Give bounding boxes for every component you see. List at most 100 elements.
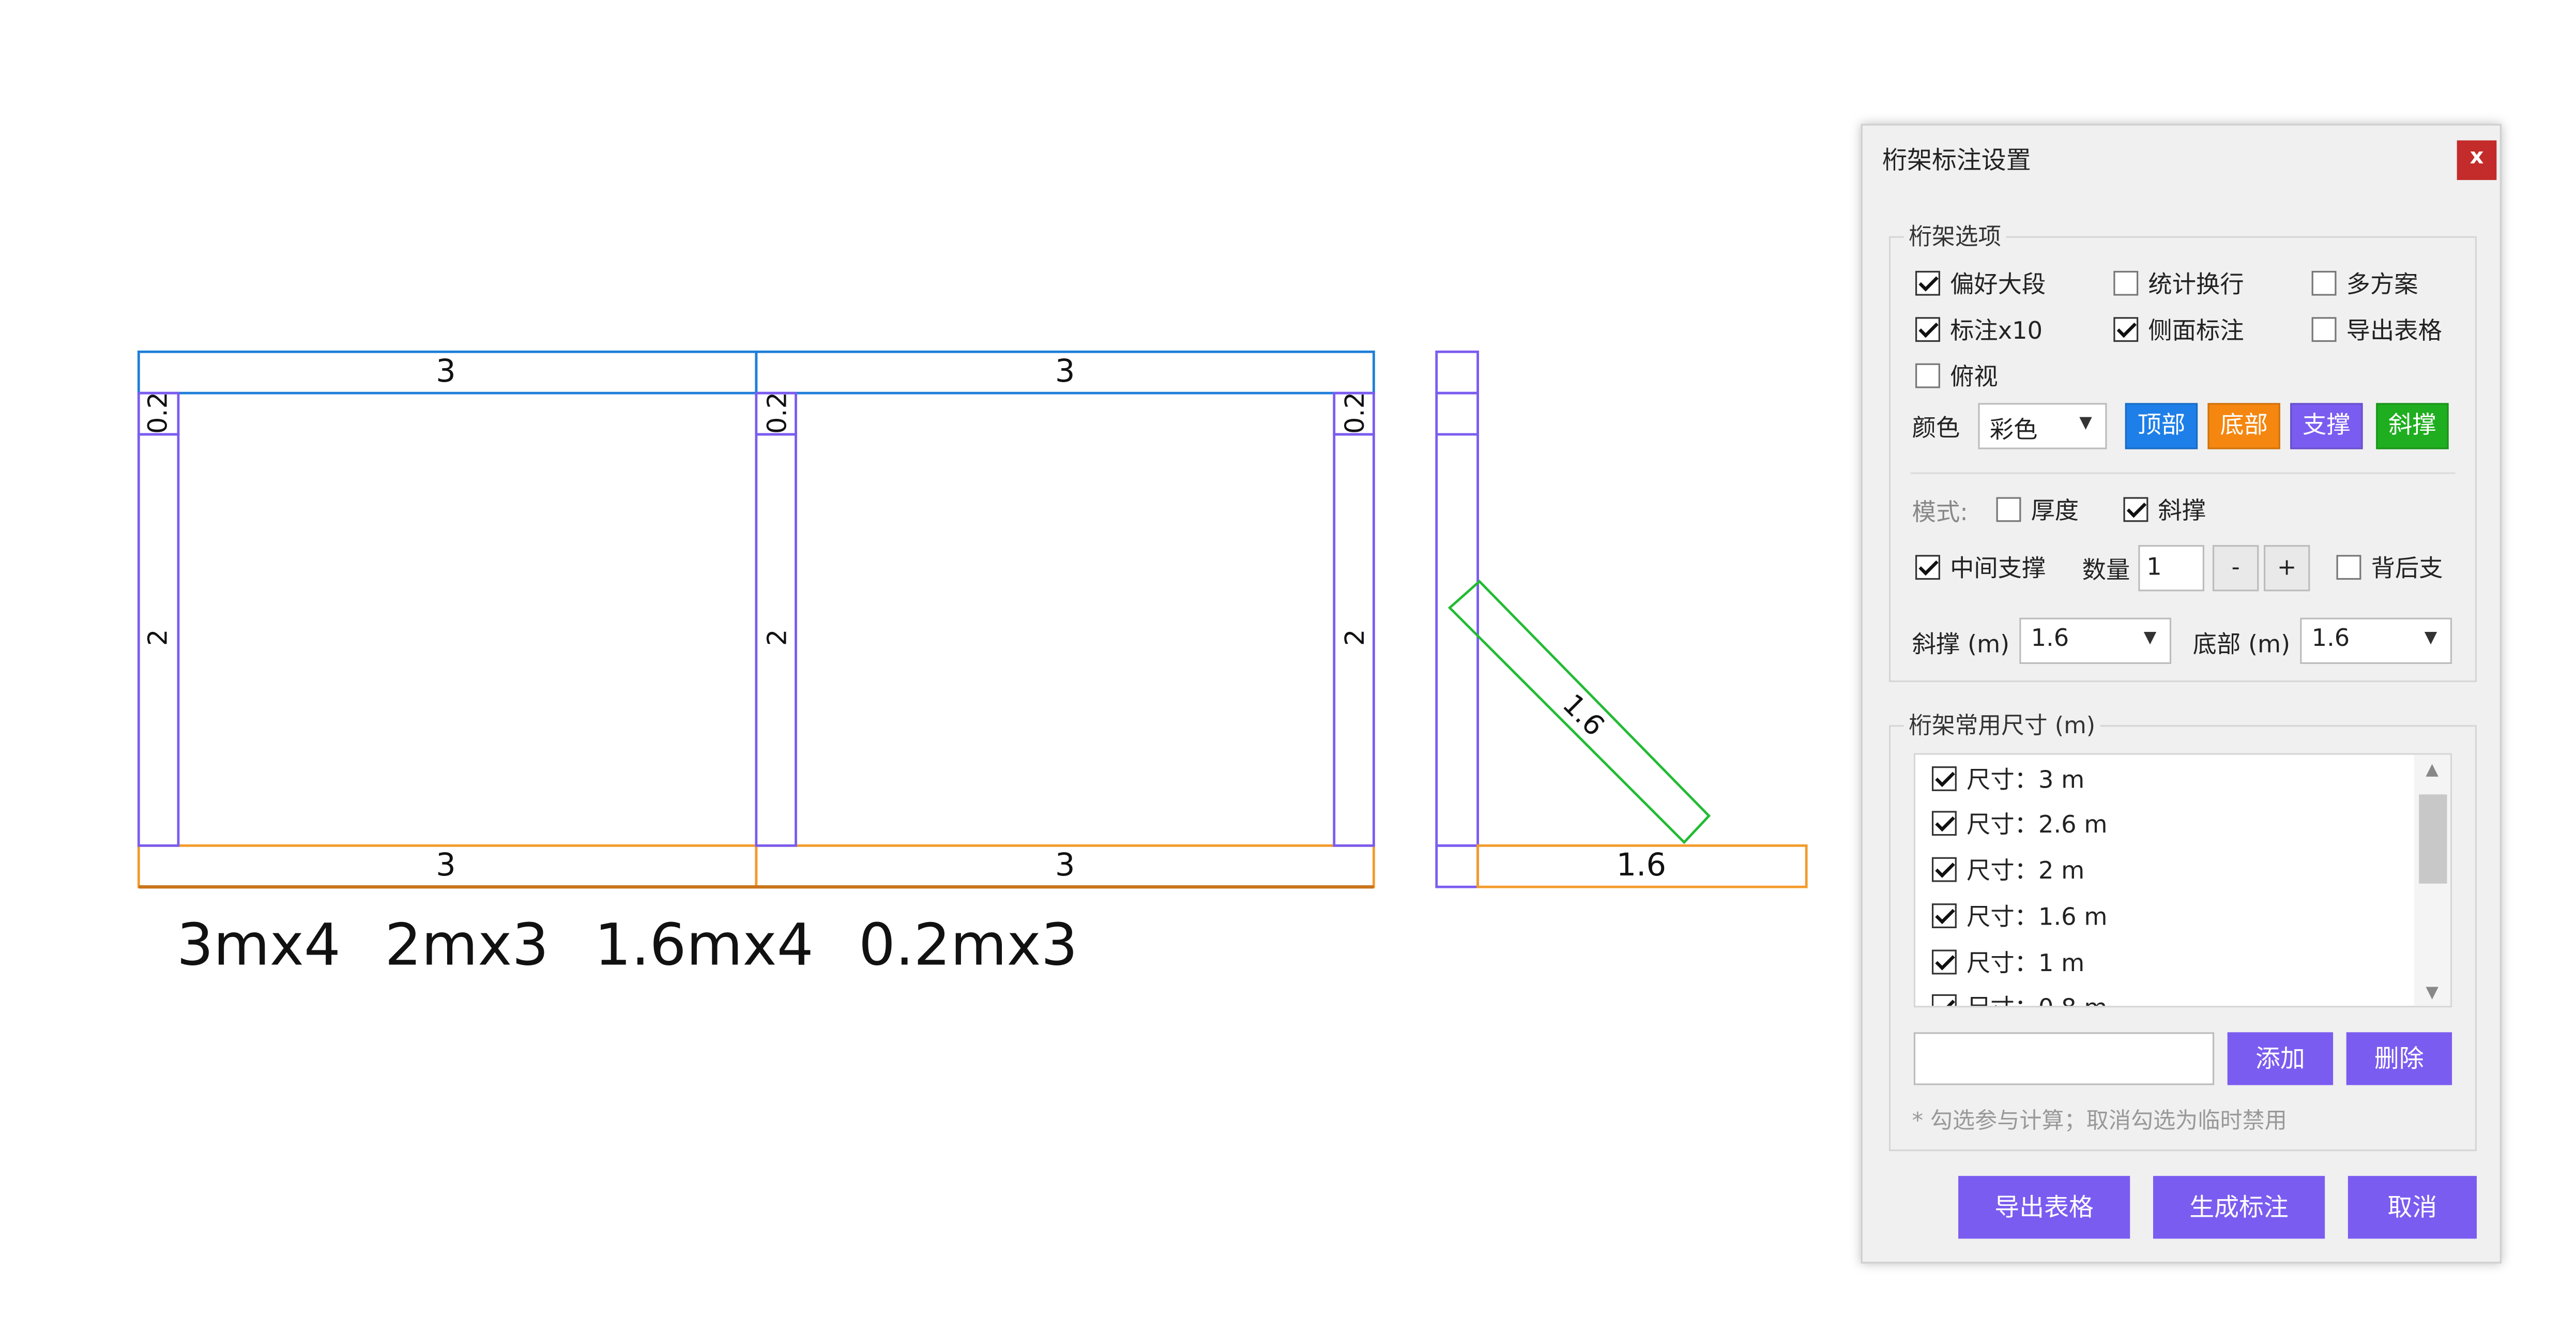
checkbox-icon[interactable] <box>2336 555 2361 580</box>
side-post <box>1435 391 1480 847</box>
checkbox-icon[interactable] <box>1915 555 1940 580</box>
list-item-label: 尺寸：0.8 m <box>1967 989 2107 1006</box>
common-sizes-label: 桁架常用尺寸 (m) <box>1903 708 2100 742</box>
checkbox-multi-plan[interactable]: 多方案 <box>2311 266 2418 300</box>
list-item[interactable]: 尺寸：3 m <box>1931 761 2085 796</box>
list-item-label: 尺寸：2.6 m <box>1967 812 2108 839</box>
checkbox-top-view[interactable]: 俯视 <box>1915 358 1998 393</box>
checkbox-back-support[interactable]: 背后支 <box>2336 550 2443 585</box>
checkbox-icon[interactable] <box>1915 317 1940 342</box>
side-top-block <box>1435 350 1480 395</box>
checkbox-icon[interactable] <box>1915 270 1940 296</box>
checkbox-label: 斜撑 <box>2158 498 2206 525</box>
checkbox-middle-support[interactable]: 中间支撑 <box>1915 550 2046 585</box>
chevron-down-icon: ▼ <box>2079 414 2092 433</box>
brace-color-button[interactable]: 斜撑 <box>2376 403 2449 449</box>
checkbox-icon[interactable] <box>1915 363 1940 388</box>
list-item-label: 尺寸：3 m <box>1967 768 2085 795</box>
dialog-titlebar[interactable]: 桁架标注设置 x <box>1863 126 2500 188</box>
checkbox-label: 多方案 <box>2346 273 2418 299</box>
side-bottom-block <box>1435 844 1480 888</box>
brace-length-value: 1.6 <box>2031 626 2069 653</box>
brace-length-label: 斜撑 (m) <box>1912 632 2010 659</box>
checkbox-icon[interactable] <box>1931 766 1957 791</box>
list-item[interactable]: 尺寸：2.6 m <box>1931 806 2108 841</box>
sizes-hint: * 勾选参与计算；取消勾选为临时禁用 <box>1912 1108 2287 1135</box>
checkbox-mode-brace[interactable]: 斜撑 <box>2123 492 2206 527</box>
checkbox-icon[interactable] <box>2113 270 2139 296</box>
truss-options-group: 桁架选项 偏好大段 统计换行 多方案 标注x10 侧面标注 导出表格 俯视 颜色… <box>1888 219 2477 683</box>
screen: 3 3 3 3 0.2 0.2 0.2 2 2 2 1.6 1.6 3mx4 2… <box>0 0 2576 1331</box>
label-brace: 1.6 <box>1557 688 1611 743</box>
summary-item-2: 2mx3 <box>385 911 548 978</box>
checkbox-icon[interactable] <box>2123 497 2148 522</box>
bottom-length-select[interactable]: 1.6 ▼ <box>2300 617 2452 664</box>
color-select[interactable]: 彩色 ▼ <box>1978 403 2107 449</box>
scroll-thumb[interactable] <box>2419 794 2447 884</box>
list-item[interactable]: 尺寸：1 m <box>1931 945 2084 979</box>
checkbox-icon[interactable] <box>1931 903 1957 929</box>
count-plus-button[interactable]: + <box>2263 545 2310 592</box>
summary-item-1: 3mx4 <box>177 911 341 978</box>
checkbox-label: 中间支撑 <box>1950 556 2046 583</box>
export-table-button[interactable]: 导出表格 <box>1958 1176 2130 1239</box>
checkbox-label-x10[interactable]: 标注x10 <box>1915 312 2042 347</box>
checkbox-icon[interactable] <box>2311 270 2337 296</box>
cancel-button[interactable]: 取消 <box>2348 1176 2477 1239</box>
size-input[interactable] <box>1913 1032 2215 1085</box>
checkbox-label: 导出表格 <box>2346 319 2442 345</box>
chevron-down-icon: ▼ <box>2424 629 2437 648</box>
checkbox-label: 标注x10 <box>1950 319 2043 345</box>
label-post-tall-2: 2 <box>762 629 792 646</box>
chevron-up-icon[interactable]: ▲ <box>2414 761 2450 779</box>
support-color-button[interactable]: 支撑 <box>2290 403 2363 449</box>
checkbox-label: 侧面标注 <box>2148 319 2244 345</box>
checkbox-side-label[interactable]: 侧面标注 <box>2113 312 2244 347</box>
delete-size-button[interactable]: 删除 <box>2346 1032 2452 1085</box>
list-item[interactable]: 尺寸：2 m <box>1931 852 2084 887</box>
checkbox-label: 背后支 <box>2371 556 2443 583</box>
truss-drawing: 3 3 3 3 0.2 0.2 0.2 2 2 2 1.6 1.6 3mx4 2… <box>137 350 1808 978</box>
checkbox-mode-thickness[interactable]: 厚度 <box>1996 492 2079 527</box>
top-color-button[interactable]: 顶部 <box>2125 403 2198 449</box>
truss-options-label: 桁架选项 <box>1903 219 2006 253</box>
checkbox-icon[interactable] <box>1931 811 1957 836</box>
label-post-tall-3: 2 <box>1340 629 1370 646</box>
checkbox-stat-wrap[interactable]: 统计换行 <box>2113 266 2244 300</box>
dialog-title: 桁架标注设置 <box>1882 145 2031 175</box>
label-post-short-1: 0.2 <box>143 392 174 434</box>
label-post-short-2: 0.2 <box>762 392 792 434</box>
count-input[interactable]: 1 <box>2138 545 2204 592</box>
list-item[interactable]: 尺寸：0.8 m <box>1931 989 2107 1006</box>
checkbox-prefer-long[interactable]: 偏好大段 <box>1915 266 2046 300</box>
chevron-down-icon: ▼ <box>2143 629 2157 648</box>
common-sizes-group: 桁架常用尺寸 (m) 尺寸：3 m 尺寸：2.6 m 尺寸：2 m 尺寸：1.6… <box>1888 708 2477 1152</box>
label-post-tall-1: 2 <box>143 629 174 646</box>
checkbox-export-table[interactable]: 导出表格 <box>2311 312 2442 347</box>
generate-label-button[interactable]: 生成标注 <box>2153 1176 2325 1239</box>
label-bottom-right: 3 <box>1055 847 1075 883</box>
summary-item-4: 0.2mx3 <box>859 911 1078 978</box>
checkbox-icon[interactable] <box>1931 994 1957 1006</box>
count-minus-button[interactable]: - <box>2212 545 2259 592</box>
checkbox-icon[interactable] <box>1931 949 1957 975</box>
checkbox-label: 厚度 <box>2031 498 2079 525</box>
options-divider <box>1910 472 2456 474</box>
sizes-list[interactable]: 尺寸：3 m 尺寸：2.6 m 尺寸：2 m 尺寸：1.6 m 尺寸：1 m ▲… <box>1913 753 2452 1008</box>
checkbox-icon[interactable] <box>1996 497 2021 522</box>
chevron-down-icon[interactable]: ▼ <box>2414 985 2450 1003</box>
checkbox-icon[interactable] <box>2113 317 2139 342</box>
add-size-button[interactable]: 添加 <box>2227 1032 2334 1085</box>
checkbox-label: 统计换行 <box>2148 273 2244 299</box>
close-button[interactable]: x <box>2457 140 2497 180</box>
count-label: 数量 <box>2082 558 2130 585</box>
list-item[interactable]: 尺寸：1.6 m <box>1931 899 2107 933</box>
checkbox-icon[interactable] <box>1931 857 1957 882</box>
brace-length-select[interactable]: 1.6 ▼ <box>2019 617 2172 664</box>
checkbox-icon[interactable] <box>2311 317 2337 342</box>
bottom-color-button[interactable]: 底部 <box>2207 403 2280 449</box>
sizes-scrollbar[interactable]: ▲ ▼ <box>2414 754 2450 1006</box>
label-top-right: 3 <box>1055 353 1075 389</box>
label-post-short-3: 0.2 <box>1340 392 1370 434</box>
label-top-left: 3 <box>436 353 456 389</box>
